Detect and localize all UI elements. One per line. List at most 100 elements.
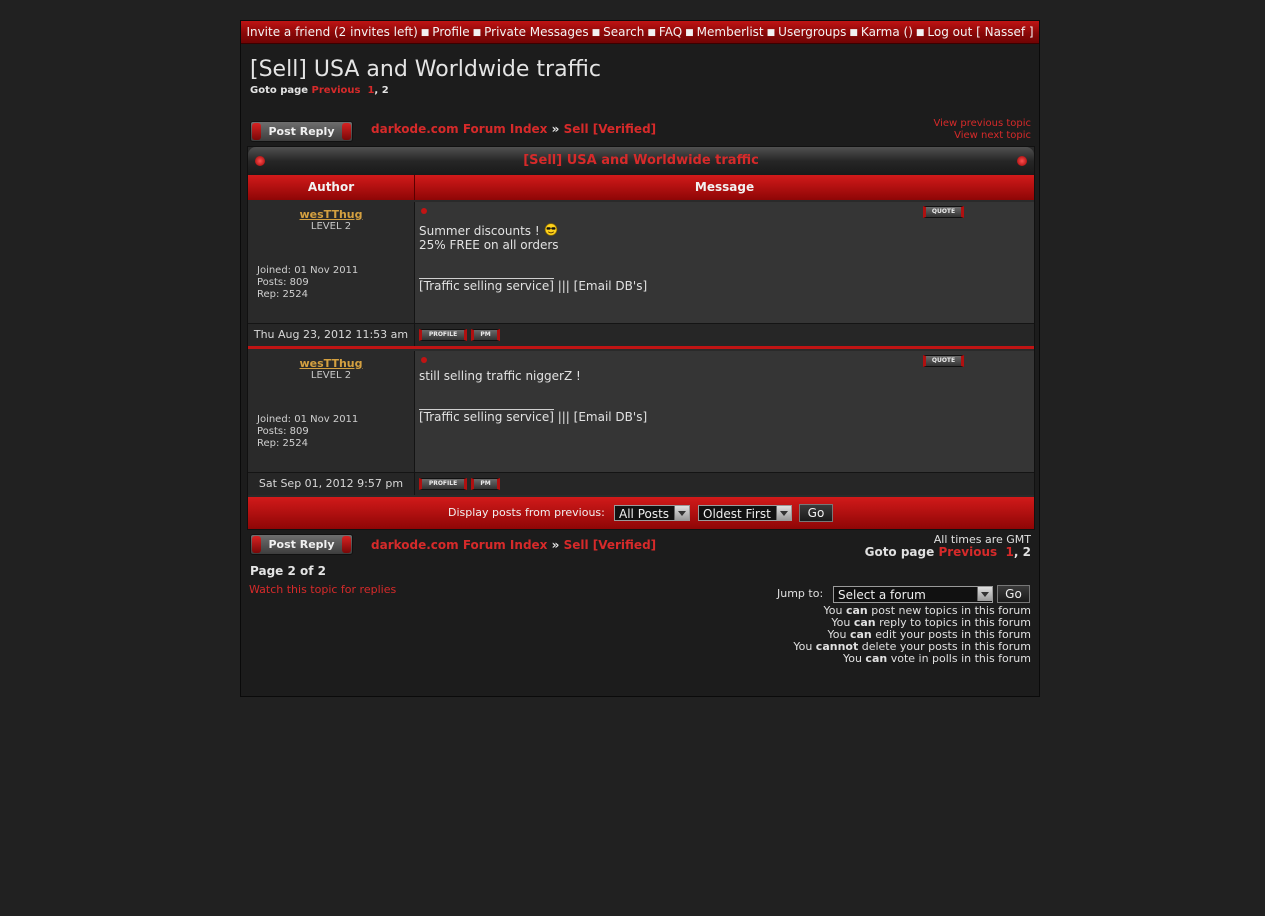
post-icon[interactable] xyxy=(421,357,427,363)
nav-separator: ■ xyxy=(915,28,925,38)
quote-button[interactable]: QUOTE xyxy=(923,355,964,367)
view-previous-topic-link[interactable]: View previous topic xyxy=(933,118,1031,130)
goto-page-top: Goto page Previous 1, 2 xyxy=(250,85,389,96)
user-joined: Joined: 01 Nov 2011 xyxy=(257,265,359,276)
nav-usergroups[interactable]: Usergroups xyxy=(778,25,846,39)
user-level: LEVEL 2 xyxy=(310,370,352,381)
breadcrumb-separator: » xyxy=(551,538,560,552)
chevron-down-icon xyxy=(776,506,791,520)
topic-navigation: View previous topic View next topic xyxy=(933,118,1031,142)
goto-page-bottom: Goto page Previous 1, 2 xyxy=(864,545,1031,559)
post-date: Thu Aug 23, 2012 11:53 am xyxy=(248,324,415,346)
post-message: still selling traffic niggerZ ! xyxy=(419,369,581,383)
user-rep: Rep: 2524 xyxy=(257,289,308,300)
chevron-down-icon xyxy=(977,587,992,601)
nav-separator: ■ xyxy=(420,28,430,38)
cool-smiley-icon xyxy=(544,223,557,236)
quote-button[interactable]: QUOTE xyxy=(923,206,964,218)
nav-private-messages[interactable]: Private Messages xyxy=(484,25,589,39)
column-author-header: Author xyxy=(248,175,415,200)
nav-separator: ■ xyxy=(647,28,656,38)
breadcrumb-forum-sell[interactable]: Sell [Verified] xyxy=(564,122,657,136)
jump-forum-select[interactable]: Select a forum xyxy=(833,586,993,603)
nav-separator: ■ xyxy=(472,28,482,38)
nav-search[interactable]: Search xyxy=(603,25,644,39)
current-page: 2 xyxy=(381,85,389,96)
breadcrumb-forum-index[interactable]: darkode.com Forum Index xyxy=(371,538,547,552)
watch-topic: Watch this topic for replies xyxy=(249,583,396,596)
posts-table: [Sell] USA and Worldwide traffic Author … xyxy=(247,146,1035,530)
sort-order-value: Oldest First xyxy=(703,507,771,521)
display-posts-label: Display posts from previous: xyxy=(448,506,605,519)
post-signature: [Traffic selling service] ||| [Email DB'… xyxy=(419,410,648,424)
watch-topic-link[interactable]: Watch this topic for replies xyxy=(249,583,396,596)
profile-button[interactable]: PROFILE xyxy=(419,329,467,341)
topic-header-bar: [Sell] USA and Worldwide traffic xyxy=(248,147,1034,177)
goto-page-label: Goto page xyxy=(864,545,935,559)
post-signature: [Traffic selling service] ||| [Email DB'… xyxy=(419,279,648,293)
user-info: Joined: 01 Nov 2011 Posts: 809 Rep: 2524 xyxy=(257,265,358,301)
breadcrumb-forum-sell[interactable]: Sell [Verified] xyxy=(564,538,657,552)
display-options-bar: Display posts from previous: All Posts O… xyxy=(248,497,1034,529)
nav-separator: ■ xyxy=(766,28,776,38)
post-author-cell: wesTThug LEVEL 2 Joined: 01 Nov 2011 Pos… xyxy=(248,351,415,472)
post-username: wesTThug xyxy=(248,208,414,221)
post-username: wesTThug xyxy=(248,357,414,370)
user-post-count: Posts: 809 xyxy=(257,277,309,288)
profile-button[interactable]: PROFILE xyxy=(419,478,467,490)
chevron-down-icon xyxy=(674,506,689,520)
previous-page-link[interactable]: Previous xyxy=(312,85,361,96)
nav-karma[interactable]: Karma () xyxy=(861,25,913,39)
post-divider xyxy=(248,346,1034,349)
username-link[interactable]: wesTThug xyxy=(300,357,363,370)
current-page: 2 xyxy=(1022,545,1031,559)
message-line: 25% FREE on all orders xyxy=(419,238,559,252)
nav-memberlist[interactable]: Memberlist xyxy=(697,25,764,39)
topic-title: [Sell] USA and Worldwide traffic xyxy=(250,57,601,82)
display-days-select[interactable]: All Posts xyxy=(614,505,690,521)
nav-profile[interactable]: Profile xyxy=(432,25,469,39)
jump-go-button[interactable]: Go xyxy=(997,585,1030,603)
post-reply-button-bottom[interactable]: Post Reply xyxy=(250,534,353,555)
nav-separator: ■ xyxy=(591,28,601,38)
username-link[interactable]: wesTThug xyxy=(300,208,363,221)
post-date: Sat Sep 01, 2012 9:57 pm xyxy=(248,473,415,495)
permission-line: You can vote in polls in this forum xyxy=(842,652,1031,665)
previous-page-link[interactable]: Previous xyxy=(938,545,997,559)
post-footer: Thu Aug 23, 2012 11:53 am PROFILE PM xyxy=(248,323,1034,346)
post-author-cell: wesTThug LEVEL 2 Joined: 01 Nov 2011 Pos… xyxy=(248,202,415,323)
pm-button[interactable]: PM xyxy=(471,478,500,490)
breadcrumb-bottom: darkode.com Forum Index » Sell [Verified… xyxy=(371,538,656,552)
nav-separator: ■ xyxy=(685,28,694,38)
jump-to-label: Jump to: xyxy=(777,587,824,600)
user-joined: Joined: 01 Nov 2011 xyxy=(257,414,359,425)
post-reply-label: Post Reply xyxy=(268,538,335,551)
top-nav-bar: Invite a friend (2 invites left) ■ Profile… xyxy=(241,21,1039,44)
timezone-info: All times are GMT Goto page Previous 1, … xyxy=(865,533,1031,559)
post-message-cell: QUOTE still selling traffic niggerZ ! [T… xyxy=(415,351,1034,472)
breadcrumb-forum-index[interactable]: darkode.com Forum Index xyxy=(371,122,547,136)
page-1-link[interactable]: 1 xyxy=(1006,545,1014,559)
display-days-value: All Posts xyxy=(619,507,670,521)
message-line: Summer discounts ! xyxy=(419,223,559,238)
forum-container: Invite a friend (2 invites left) ■ Profile… xyxy=(240,20,1040,697)
nav-invite-friend[interactable]: Invite a friend (2 invites left) xyxy=(246,25,417,39)
display-go-button[interactable]: Go xyxy=(799,504,833,522)
topic-title-link[interactable]: [Sell] USA and Worldwide traffic xyxy=(523,153,759,168)
post-message-cell: QUOTE Summer discounts ! 25% FREE on all… xyxy=(415,202,1034,323)
user-info: Joined: 01 Nov 2011 Posts: 809 Rep: 2524 xyxy=(257,414,358,450)
post-reply-label: Post Reply xyxy=(268,125,335,138)
user-post-count: Posts: 809 xyxy=(257,426,309,437)
goto-page-label: Goto page xyxy=(250,85,309,96)
nav-logout[interactable]: Log out [ Nassef ] xyxy=(927,25,1033,39)
user-rep: Rep: 2524 xyxy=(257,438,308,449)
pm-button[interactable]: PM xyxy=(471,329,500,341)
post-reply-button-top[interactable]: Post Reply xyxy=(250,121,353,142)
sort-order-select[interactable]: Oldest First xyxy=(698,505,792,521)
header-bullet-icon xyxy=(1017,156,1027,166)
page-1-link[interactable]: 1 xyxy=(367,85,374,96)
nav-separator: ■ xyxy=(849,28,858,38)
view-next-topic-link[interactable]: View next topic xyxy=(933,130,1031,142)
nav-faq[interactable]: FAQ xyxy=(659,25,682,39)
post-icon[interactable] xyxy=(421,208,427,214)
